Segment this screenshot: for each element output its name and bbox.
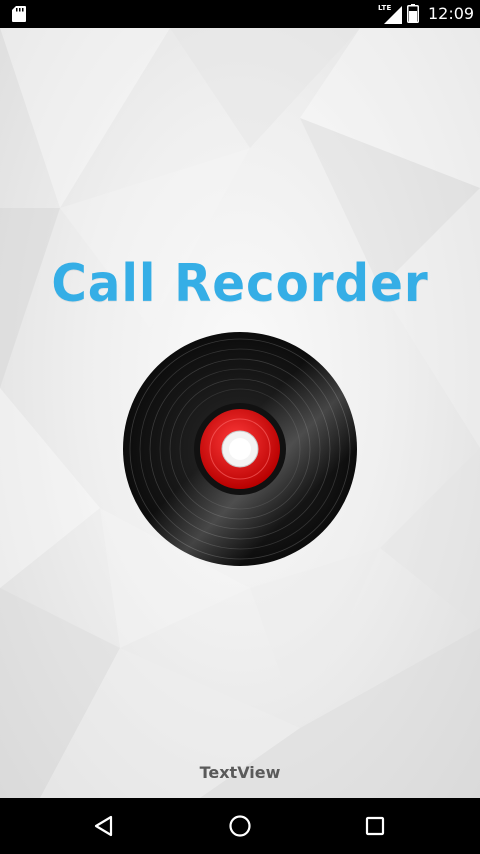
sd-card-icon [12,6,26,22]
network-indicator: LTE [378,4,402,24]
battery-icon [407,4,419,23]
navigation-bar [0,798,480,854]
status-bar: LTE 12:09 [0,0,480,28]
recents-icon [365,816,385,836]
app-title: Call Recorder [51,254,429,314]
home-icon [229,815,251,837]
splash-screen: Call Recorder TextView [0,28,480,798]
back-icon [94,815,113,837]
back-button[interactable] [64,798,144,854]
text-view-label: TextView [199,763,281,782]
home-button[interactable] [200,798,280,854]
vinyl-record-icon [123,332,357,566]
status-time: 12:09 [428,4,475,23]
signal-icon [384,6,402,24]
recents-button[interactable] [335,798,415,854]
